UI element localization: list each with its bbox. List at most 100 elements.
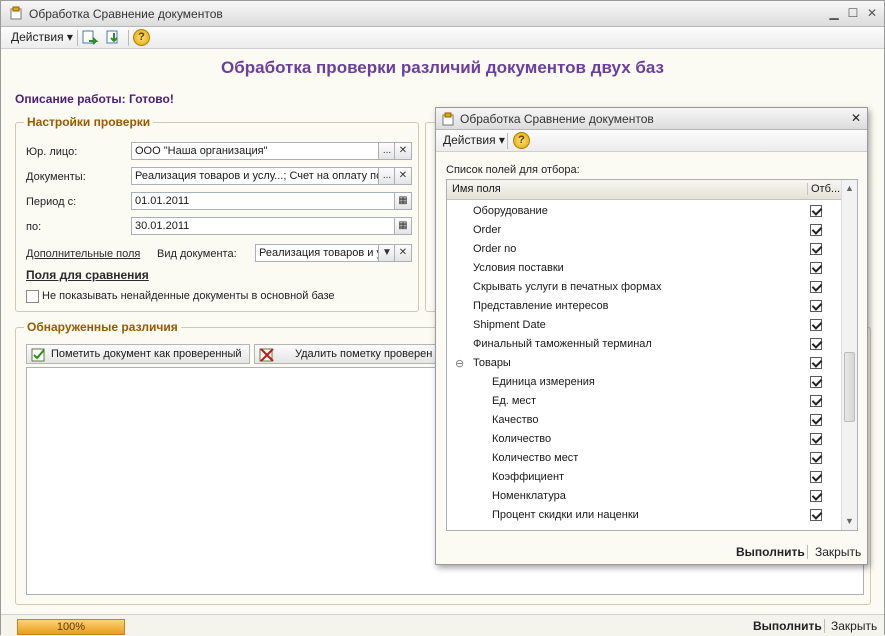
list-item[interactable]: Номенклатура bbox=[447, 487, 841, 506]
load-settings-icon[interactable] bbox=[81, 29, 99, 47]
compare-fields-link[interactable]: Поля для сравнения bbox=[26, 268, 149, 282]
select-checkbox[interactable] bbox=[810, 452, 822, 464]
list-item[interactable]: Единица измерения bbox=[447, 373, 841, 392]
select-checkbox[interactable] bbox=[810, 338, 822, 350]
scroll-thumb[interactable] bbox=[844, 352, 855, 422]
field-selection-dialog: Обработка Сравнение документов ✕ Действи… bbox=[435, 107, 868, 565]
select-checkbox[interactable] bbox=[810, 490, 822, 502]
list-item[interactable]: Shipment Date bbox=[447, 316, 841, 335]
minimize-icon[interactable]: ▁ bbox=[827, 6, 841, 20]
period-from-field[interactable]: 01.01.2011 bbox=[131, 192, 395, 210]
column-header-select[interactable]: Отб... bbox=[807, 183, 841, 195]
select-checkbox[interactable] bbox=[810, 395, 822, 407]
help-icon[interactable]: ? bbox=[133, 29, 150, 46]
select-checkbox[interactable] bbox=[810, 300, 822, 312]
help-icon[interactable]: ? bbox=[513, 132, 530, 149]
title-bar: Обработка Сравнение документов ▁ ☐ ✕ bbox=[1, 1, 884, 27]
actions-menu[interactable]: Действия ▾ bbox=[11, 30, 73, 44]
field-name: Условия поставки bbox=[473, 262, 564, 274]
fields-list[interactable]: Имя поля Отб... Оборудование Order Order n… bbox=[446, 179, 858, 531]
field-name: Коэффициент bbox=[492, 471, 565, 483]
docs-field[interactable]: Реализация товаров и услу...; Счет на оп… bbox=[131, 167, 379, 185]
list-item[interactable]: Условия поставки bbox=[447, 259, 841, 278]
footer-separator bbox=[807, 545, 808, 559]
select-checkbox[interactable] bbox=[810, 357, 822, 369]
close-icon[interactable]: ✕ bbox=[865, 6, 879, 20]
scroll-down-icon[interactable]: ▼ bbox=[845, 516, 854, 526]
toolbar-separator bbox=[128, 30, 129, 46]
select-checkbox[interactable] bbox=[810, 262, 822, 274]
status-bar: 100% Выполнить Закрыть bbox=[1, 614, 884, 636]
dialog-close-button[interactable]: Закрыть bbox=[815, 545, 861, 559]
select-checkbox[interactable] bbox=[810, 224, 822, 236]
progress-bar: 100% bbox=[17, 619, 125, 635]
save-settings-icon[interactable] bbox=[105, 29, 123, 47]
field-name: Товары bbox=[473, 357, 511, 369]
docs-clear-button[interactable]: ✕ bbox=[394, 167, 412, 185]
maximize-icon[interactable]: ☐ bbox=[846, 6, 860, 20]
period-from-label: Период с: bbox=[26, 196, 77, 208]
list-item[interactable]: ⊖ Товары bbox=[447, 354, 841, 373]
doc-type-clear-button[interactable]: ✕ bbox=[394, 244, 412, 262]
run-button[interactable]: Выполнить bbox=[753, 619, 822, 633]
list-item[interactable]: Order bbox=[447, 221, 841, 240]
field-name: Финальный таможенный терминал bbox=[473, 338, 652, 350]
list-item[interactable]: Представление интересов bbox=[447, 297, 841, 316]
list-item[interactable]: Скрывать услуги в печатных формах bbox=[447, 278, 841, 297]
field-name: Количество мест bbox=[492, 452, 579, 464]
scroll-up-icon[interactable]: ▲ bbox=[845, 183, 854, 193]
settings-group-title: Настройки проверки bbox=[24, 115, 154, 129]
field-name: Order no bbox=[473, 243, 517, 255]
list-item[interactable]: Финальный таможенный терминал bbox=[447, 335, 841, 354]
footer-separator bbox=[824, 619, 825, 633]
list-caption: Список полей для отбора: bbox=[446, 164, 580, 176]
select-checkbox[interactable] bbox=[810, 433, 822, 445]
list-item[interactable]: Оборудование bbox=[447, 202, 841, 221]
select-checkbox[interactable] bbox=[810, 471, 822, 483]
list-item[interactable]: Количество мест bbox=[447, 449, 841, 468]
field-name: Order bbox=[473, 224, 502, 236]
select-checkbox[interactable] bbox=[810, 509, 822, 521]
checklist-icon bbox=[31, 348, 45, 362]
remove-mark-button[interactable]: Удалить пометку проверен bbox=[254, 344, 437, 364]
select-checkbox[interactable] bbox=[810, 376, 822, 388]
hide-missing-checkbox[interactable] bbox=[26, 290, 39, 303]
list-item[interactable]: Order no bbox=[447, 240, 841, 259]
collapse-icon[interactable]: ⊖ bbox=[455, 357, 464, 370]
close-button[interactable]: Закрыть bbox=[831, 619, 877, 633]
close-icon[interactable]: ✕ bbox=[849, 111, 863, 125]
calendar-icon[interactable]: ▦ bbox=[394, 217, 412, 235]
processing-icon bbox=[442, 112, 454, 126]
list-item[interactable]: Количество bbox=[447, 430, 841, 449]
list-header: Имя поля Отб... bbox=[447, 180, 841, 200]
list-item[interactable]: Ед. мест bbox=[447, 392, 841, 411]
docs-label: Документы: bbox=[26, 171, 86, 183]
field-name: Скрывать услуги в печатных формах bbox=[473, 281, 662, 293]
dialog-title: Обработка Сравнение документов bbox=[460, 112, 654, 126]
dialog-run-button[interactable]: Выполнить bbox=[736, 545, 805, 559]
list-item[interactable]: Процент скидки или наценки bbox=[447, 506, 841, 525]
list-scrollbar[interactable]: ▲ ▼ bbox=[841, 180, 857, 530]
doc-type-field[interactable]: Реализация товаров и у bbox=[255, 244, 379, 262]
dialog-toolbar: Действия ▾ ? bbox=[436, 130, 867, 152]
org-clear-button[interactable]: ✕ bbox=[394, 142, 412, 160]
org-field[interactable]: ООО "Наша организация" bbox=[131, 142, 379, 160]
select-checkbox[interactable] bbox=[810, 319, 822, 331]
extra-fields-link[interactable]: Дополнительные поля bbox=[26, 248, 140, 260]
field-name: Процент скидки или наценки bbox=[492, 509, 639, 521]
mark-checked-button[interactable]: Пометить документ как проверенный bbox=[26, 344, 250, 364]
column-header-name[interactable]: Имя поля bbox=[452, 183, 501, 195]
select-checkbox[interactable] bbox=[810, 205, 822, 217]
select-checkbox[interactable] bbox=[810, 281, 822, 293]
period-to-field[interactable]: 30.01.2011 bbox=[131, 217, 395, 235]
select-checkbox[interactable] bbox=[810, 243, 822, 255]
calendar-icon[interactable]: ▦ bbox=[394, 192, 412, 210]
actions-menu[interactable]: Действия ▾ bbox=[443, 133, 505, 147]
doc-type-label: Вид документа: bbox=[157, 248, 237, 260]
toolbar-separator bbox=[507, 133, 508, 149]
list-item[interactable]: Качество bbox=[447, 411, 841, 430]
select-checkbox[interactable] bbox=[810, 414, 822, 426]
remove-mark-icon bbox=[259, 348, 274, 362]
processing-icon bbox=[10, 6, 22, 20]
list-item[interactable]: Коэффициент bbox=[447, 468, 841, 487]
